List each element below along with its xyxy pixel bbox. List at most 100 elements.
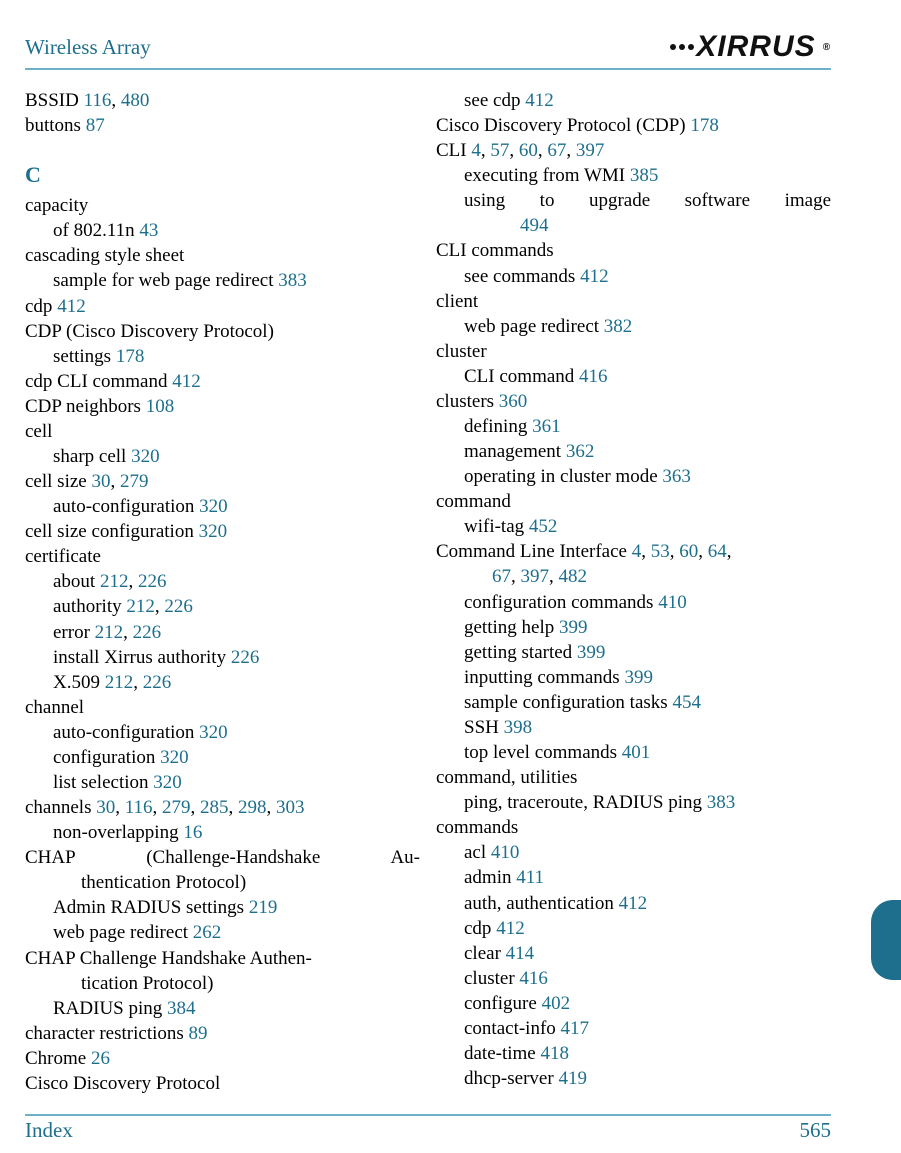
page-reference[interactable]: 416 bbox=[579, 366, 608, 387]
index-term: CHAP Challenge Handshake Authen- bbox=[25, 948, 312, 969]
index-term: channel bbox=[25, 697, 84, 718]
page-reference[interactable]: 53 bbox=[651, 541, 670, 562]
index-term: command bbox=[436, 491, 511, 512]
page-reference[interactable]: 401 bbox=[622, 742, 651, 763]
index-term: , bbox=[111, 90, 121, 111]
page-reference[interactable]: 382 bbox=[604, 316, 633, 337]
page-reference[interactable]: 4 bbox=[632, 541, 642, 562]
page-reference[interactable]: 67 bbox=[547, 140, 566, 161]
page-reference[interactable]: 320 bbox=[153, 772, 182, 793]
page-reference[interactable]: 178 bbox=[690, 115, 719, 136]
page-reference[interactable]: 411 bbox=[516, 867, 544, 888]
page-reference[interactable]: 320 bbox=[199, 496, 228, 517]
page-reference[interactable]: 226 bbox=[231, 647, 260, 668]
index-entry: cluster 416 bbox=[436, 966, 831, 991]
page-reference[interactable]: 116 bbox=[84, 90, 112, 111]
page-reference[interactable]: 226 bbox=[143, 672, 172, 693]
page-reference[interactable]: 30 bbox=[96, 797, 115, 818]
page-reference[interactable]: 410 bbox=[491, 842, 520, 863]
page-reference[interactable]: 360 bbox=[499, 391, 528, 412]
index-term: X.509 bbox=[53, 672, 105, 693]
index-entry: configuration commands 410 bbox=[436, 590, 831, 615]
page-reference[interactable]: 452 bbox=[529, 516, 558, 537]
page-reference[interactable]: 385 bbox=[630, 165, 659, 186]
page-reference[interactable]: 89 bbox=[189, 1023, 208, 1044]
index-entry: Command Line Interface 4, 53, 60, 64, bbox=[436, 539, 831, 564]
page-reference[interactable]: 43 bbox=[139, 220, 158, 241]
page-reference[interactable]: 67 bbox=[492, 566, 511, 587]
page-reference[interactable]: 399 bbox=[624, 667, 653, 688]
page-reference[interactable]: 362 bbox=[566, 441, 595, 462]
page-reference[interactable]: 419 bbox=[558, 1068, 587, 1089]
index-term: , bbox=[133, 672, 143, 693]
index-term: wifi-tag bbox=[464, 516, 529, 537]
page-reference[interactable]: 212 bbox=[95, 622, 124, 643]
page-reference[interactable]: 108 bbox=[146, 396, 175, 417]
page-reference[interactable]: 480 bbox=[121, 90, 150, 111]
page-reference[interactable]: 178 bbox=[116, 346, 145, 367]
page-reference[interactable]: 397 bbox=[521, 566, 550, 587]
page-reference[interactable]: 116 bbox=[125, 797, 153, 818]
page-reference[interactable]: 416 bbox=[519, 968, 548, 989]
page-reference[interactable]: 60 bbox=[519, 140, 538, 161]
page-reference[interactable]: 60 bbox=[679, 541, 698, 562]
page-reference[interactable]: 454 bbox=[672, 692, 701, 713]
page-reference[interactable]: 320 bbox=[131, 446, 160, 467]
page-reference[interactable]: 279 bbox=[120, 471, 149, 492]
page-reference[interactable]: 398 bbox=[504, 717, 533, 738]
page-reference[interactable]: 482 bbox=[559, 566, 588, 587]
page-reference[interactable]: 226 bbox=[164, 596, 193, 617]
page-reference[interactable]: 320 bbox=[199, 521, 228, 542]
page-reference[interactable]: 397 bbox=[576, 140, 605, 161]
page-reference[interactable]: 410 bbox=[658, 592, 687, 613]
page-reference[interactable]: 320 bbox=[199, 722, 228, 743]
page-reference[interactable]: 402 bbox=[542, 993, 571, 1014]
page-reference[interactable]: 226 bbox=[133, 622, 162, 643]
page-reference[interactable]: 262 bbox=[193, 922, 222, 943]
page-reference[interactable]: 57 bbox=[490, 140, 509, 161]
index-term: , bbox=[267, 797, 277, 818]
index-entry: cascading style sheet bbox=[25, 243, 420, 268]
page-reference[interactable]: 361 bbox=[532, 416, 561, 437]
page-reference[interactable]: 363 bbox=[662, 466, 691, 487]
page-reference[interactable]: 412 bbox=[57, 296, 86, 317]
index-entry: command bbox=[436, 489, 831, 514]
page-reference[interactable]: 226 bbox=[138, 571, 167, 592]
page-reference[interactable]: 212 bbox=[105, 672, 134, 693]
page-reference[interactable]: 383 bbox=[278, 270, 307, 291]
page-reference[interactable]: 303 bbox=[276, 797, 305, 818]
page-reference[interactable]: 412 bbox=[619, 893, 648, 914]
index-term: , bbox=[698, 541, 708, 562]
page-reference[interactable]: 418 bbox=[541, 1043, 570, 1064]
page-reference[interactable]: 16 bbox=[183, 822, 202, 843]
page-reference[interactable]: 412 bbox=[580, 266, 609, 287]
index-entry: thentication Protocol) bbox=[25, 870, 420, 895]
page-reference[interactable]: 412 bbox=[496, 918, 525, 939]
page-reference[interactable]: 414 bbox=[506, 943, 535, 964]
page-reference[interactable]: 320 bbox=[160, 747, 189, 768]
index-entry: commands bbox=[436, 815, 831, 840]
page-reference[interactable]: 4 bbox=[471, 140, 481, 161]
index-entry: clusters 360 bbox=[436, 389, 831, 414]
page-reference[interactable]: 383 bbox=[707, 792, 736, 813]
page-reference[interactable]: 494 bbox=[520, 215, 549, 236]
page-reference[interactable]: 412 bbox=[525, 90, 554, 111]
page-reference[interactable]: 279 bbox=[162, 797, 191, 818]
page-reference[interactable]: 87 bbox=[86, 115, 105, 136]
index-term: , bbox=[153, 797, 163, 818]
page-reference[interactable]: 298 bbox=[238, 797, 267, 818]
page-reference[interactable]: 384 bbox=[167, 998, 196, 1019]
page-reference[interactable]: 64 bbox=[708, 541, 727, 562]
page-reference[interactable]: 417 bbox=[561, 1018, 590, 1039]
page-reference[interactable]: 30 bbox=[91, 471, 110, 492]
page-reference[interactable]: 285 bbox=[200, 797, 229, 818]
page-reference[interactable]: 212 bbox=[126, 596, 155, 617]
index-entry: cell size configuration 320 bbox=[25, 519, 420, 544]
page-reference[interactable]: 212 bbox=[100, 571, 129, 592]
page-reference[interactable]: 399 bbox=[559, 617, 588, 638]
page-reference[interactable]: 412 bbox=[172, 371, 201, 392]
page-reference[interactable]: 26 bbox=[91, 1048, 110, 1069]
index-term: channels bbox=[25, 797, 96, 818]
page-reference[interactable]: 399 bbox=[577, 642, 606, 663]
page-reference[interactable]: 219 bbox=[249, 897, 278, 918]
